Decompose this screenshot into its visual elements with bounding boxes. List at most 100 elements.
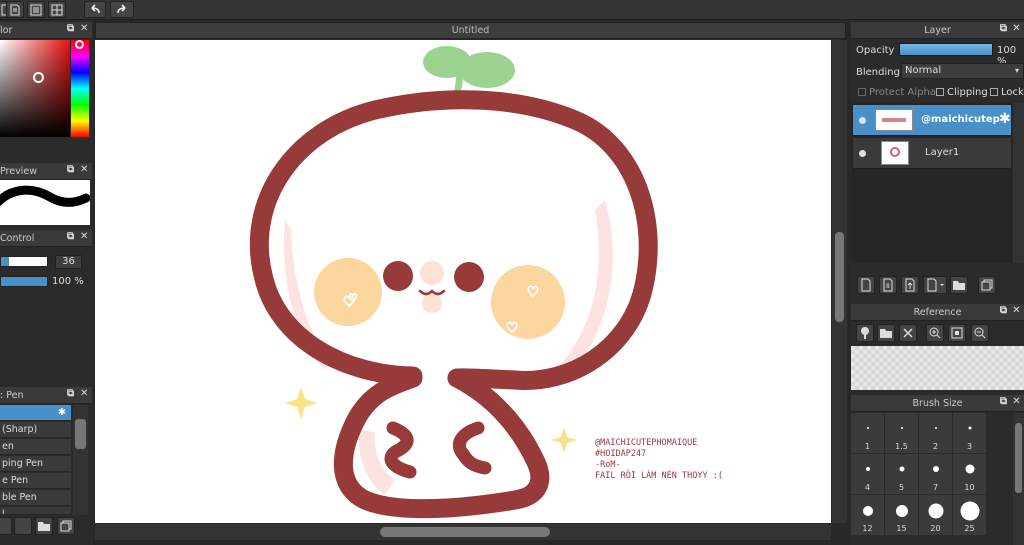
color-picker-cursor[interactable] (33, 72, 44, 83)
undock-icon[interactable]: ⧉ (999, 397, 1008, 407)
sparkle (551, 427, 577, 453)
thumb-content (890, 147, 900, 157)
brush-size-slider[interactable] (0, 256, 48, 267)
folder-icon[interactable] (950, 276, 968, 294)
filter-icon[interactable] (27, 1, 45, 18)
brush-size-cell[interactable]: 1.5 (885, 413, 918, 453)
duplicate-icon[interactable] (57, 517, 75, 535)
canvas-vertical-scrollbar[interactable] (832, 40, 847, 523)
gear-icon[interactable]: ✱ (999, 111, 1011, 127)
lock-checkbox[interactable]: Lock (990, 87, 1024, 98)
undock-icon[interactable]: ⧉ (999, 306, 1008, 316)
brush-size-cell[interactable]: 12 (851, 495, 884, 535)
brush-item[interactable]: e Pen (0, 473, 71, 489)
brush-size-cell[interactable]: 25 (953, 495, 986, 535)
brush-size-cell[interactable]: 7 (919, 454, 952, 494)
close-icon[interactable]: ✕ (80, 165, 89, 175)
layer-panel-title: Layer (924, 25, 951, 36)
close-icon[interactable]: ✕ (1012, 397, 1021, 407)
brush-size-cell[interactable]: 2 (919, 413, 952, 453)
undock-icon[interactable]: ⧉ (67, 232, 76, 242)
eye-left (383, 261, 413, 291)
brush-size-cell[interactable]: 3 (953, 413, 986, 453)
layer-list: @maichicutep ✱ Layer1 (851, 103, 1024, 263)
leaf-right (459, 52, 515, 88)
layer-list-scrollbar[interactable] (1013, 103, 1024, 263)
close-reference-icon[interactable] (899, 324, 917, 342)
visibility-icon[interactable] (859, 117, 866, 124)
brush-item[interactable]: (Sharp) (0, 422, 71, 438)
brush-item[interactable]: l (0, 507, 71, 515)
hue-handle[interactable] (75, 40, 84, 49)
folder-open-icon[interactable] (877, 324, 895, 342)
protect-alpha-checkbox[interactable]: Protect Alpha (858, 87, 936, 98)
hue-slider[interactable] (71, 40, 89, 137)
grid-icon[interactable] (48, 1, 66, 18)
blending-select[interactable]: Normal ▾ (901, 63, 1024, 79)
fit-icon[interactable] (948, 324, 966, 342)
tree-icon[interactable] (856, 324, 874, 342)
undock-icon[interactable]: ⧉ (999, 24, 1008, 34)
reference-view[interactable] (851, 346, 1024, 390)
layer-opacity-slider[interactable] (899, 43, 993, 56)
svg-text:8: 8 (886, 283, 890, 290)
new-layer-icon[interactable] (857, 276, 875, 294)
opacity-label: Opacity (856, 45, 895, 56)
brush-size-scroll-thumb[interactable] (1015, 423, 1022, 493)
caption-line: -RoM- (595, 460, 621, 470)
brush-size-cell[interactable]: 10 (953, 454, 986, 494)
close-icon[interactable]: ✕ (1012, 24, 1021, 34)
brush-size-fill (1, 257, 9, 266)
brush-menu-icon[interactable] (0, 517, 12, 535)
undock-icon[interactable]: ⧉ (67, 165, 76, 175)
undock-icon[interactable]: ⧉ (67, 24, 76, 34)
brush-list-scroll-thumb[interactable] (75, 419, 86, 449)
brush-opacity-value: 100 % (52, 276, 84, 287)
layer-row[interactable]: @maichicutep ✱ (853, 105, 1011, 136)
new-layer-8bit-icon[interactable]: 8 (879, 276, 897, 294)
drawing-canvas[interactable]: @MAICHICUTEPHOMAIQUE #HOIDAP247 -RoM- FA… (95, 40, 831, 523)
duplicate-icon[interactable] (978, 276, 996, 294)
new-brush-icon[interactable] (14, 517, 32, 535)
horizontal-scroll-thumb[interactable] (380, 527, 550, 537)
checkbox-icon (936, 88, 944, 96)
brush-item[interactable]: ble Pen (0, 490, 71, 506)
zoom-out-icon[interactable] (971, 324, 989, 342)
brush-size-cell[interactable]: 20 (919, 495, 952, 535)
brush-size-value[interactable]: 36 (55, 255, 82, 269)
size-label: 12 (862, 524, 873, 533)
brush-size-cell[interactable]: 5 (885, 454, 918, 494)
brush-item[interactable]: ✱ (0, 405, 71, 421)
brush-size-cell[interactable]: 1 (851, 413, 884, 453)
undo-icon[interactable] (84, 1, 106, 18)
brush-size-panel-title: Brush Size (912, 398, 963, 409)
visibility-icon[interactable] (859, 150, 866, 157)
close-icon[interactable]: ✕ (1012, 306, 1021, 316)
document-tab[interactable]: Untitled (95, 22, 846, 39)
brush-opacity-slider[interactable] (0, 276, 48, 287)
brush-size-cell[interactable]: 4 (851, 454, 884, 494)
brush-item[interactable]: en (0, 439, 71, 455)
size-label: 3 (966, 442, 973, 451)
close-icon[interactable]: ✕ (80, 232, 89, 242)
color-sv-picker[interactable] (0, 40, 70, 137)
layer-row[interactable]: Layer1 (853, 138, 1011, 169)
zoom-in-icon[interactable] (926, 324, 944, 342)
folder-icon[interactable] (35, 517, 53, 535)
vertical-scroll-thumb[interactable] (835, 232, 844, 322)
clipping-checkbox[interactable]: Clipping (936, 87, 988, 98)
brush-size-scrollbar[interactable] (1013, 413, 1024, 545)
undock-icon[interactable]: ⧉ (67, 389, 76, 399)
close-icon[interactable]: ✕ (80, 389, 89, 399)
add-layer-menu-icon[interactable] (923, 276, 947, 294)
file-open-icon[interactable] (6, 1, 24, 18)
checkbox-icon (990, 88, 998, 96)
gear-icon[interactable]: ✱ (58, 405, 66, 420)
canvas-horizontal-scrollbar[interactable] (95, 524, 831, 540)
brush-size-cell[interactable]: 15 (885, 495, 918, 535)
brush-list-scrollbar[interactable] (73, 405, 88, 515)
brush-item[interactable]: ping Pen (0, 456, 71, 472)
close-icon[interactable]: ✕ (80, 24, 89, 34)
import-layer-icon[interactable] (901, 276, 919, 294)
redo-icon[interactable] (110, 1, 134, 18)
